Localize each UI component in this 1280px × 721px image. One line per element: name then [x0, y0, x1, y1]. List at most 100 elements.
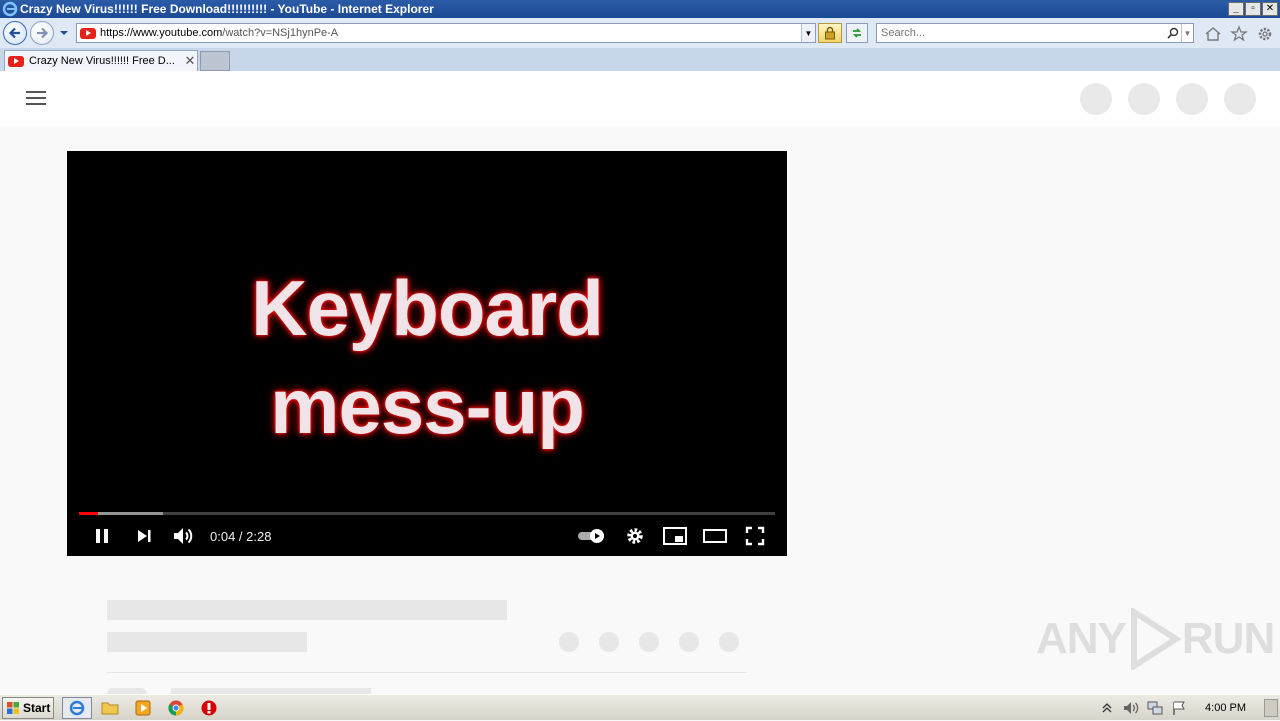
gear-icon [627, 528, 643, 544]
search-box[interactable]: ▼ [876, 23, 1194, 43]
taskbar-media-player[interactable] [128, 697, 158, 719]
system-tray: 4:00 PM [1095, 695, 1280, 721]
duration: 2:28 [246, 529, 272, 544]
video-player[interactable]: Keyboard mess-up 0:04 / 2:28 [67, 151, 787, 556]
forward-arrow-icon [37, 27, 49, 39]
time-separator: / [235, 529, 247, 544]
url-domain: https://www.youtube.com [100, 27, 223, 39]
url-path: /watch?v=NSj1hynPe-A [222, 27, 339, 39]
youtube-favicon-icon [8, 55, 24, 67]
player-controls: 0:04 / 2:28 [67, 521, 787, 551]
anyrun-watermark: ANY RUN [1036, 608, 1275, 670]
home-icon[interactable] [1204, 25, 1222, 43]
back-arrow-icon [8, 27, 20, 39]
internet-explorer-icon [69, 700, 85, 715]
progress-bar[interactable] [79, 512, 775, 515]
speaker-icon[interactable] [1122, 700, 1140, 716]
start-label: Start [23, 700, 51, 715]
content-divider [107, 672, 747, 673]
taskbar: Start 4:00 PM [0, 694, 1280, 720]
show-hidden-icons-icon[interactable] [1098, 700, 1116, 716]
taskbar-opera[interactable] [194, 697, 224, 719]
current-time: 0:04 [210, 529, 236, 544]
show-desktop-button[interactable] [1264, 699, 1278, 717]
header-placeholder-icon[interactable] [1176, 83, 1208, 115]
video-frame-text-line1: Keyboard [251, 264, 604, 352]
refresh-icon [852, 28, 862, 38]
favorites-star-icon[interactable] [1230, 25, 1248, 43]
action-center-flag-icon[interactable] [1170, 700, 1188, 716]
taskbar-internet-explorer[interactable] [62, 696, 92, 719]
time-display: 0:04 / 2:28 [210, 529, 271, 544]
tab-bar: Crazy New Virus!!!!!! Free D... ✕ [0, 48, 1280, 71]
restore-button[interactable]: ▫ [1245, 2, 1261, 16]
tab-label: Crazy New Virus!!!!!! Free D... [29, 55, 175, 67]
folder-icon [101, 702, 119, 714]
minimize-button[interactable]: _ [1228, 2, 1244, 16]
youtube-header [0, 71, 1280, 127]
opera-icon [201, 700, 217, 715]
clock[interactable]: 4:00 PM [1205, 702, 1246, 714]
window-title: Crazy New Virus!!!!!! Free Download!!!!!… [20, 2, 434, 16]
windows-logo-icon [7, 701, 19, 714]
recent-pages-chevron-icon[interactable] [58, 26, 70, 40]
meta-placeholder [107, 632, 307, 652]
gear-icon[interactable] [1256, 25, 1274, 43]
settings-button[interactable] [623, 524, 647, 548]
refresh-button[interactable] [846, 23, 868, 43]
search-dropdown-icon[interactable]: ▼ [1181, 24, 1193, 42]
play-logo-icon [1130, 608, 1182, 670]
title-placeholder [107, 600, 507, 620]
autoplay-toggle-icon [578, 529, 604, 543]
miniplayer-icon [663, 527, 687, 545]
action-placeholder-icon[interactable] [639, 632, 659, 652]
theater-mode-button[interactable] [703, 524, 727, 548]
taskbar-file-explorer[interactable] [95, 697, 125, 719]
navigation-bar: https://www.youtube.com/watch?v=NSj1hynP… [0, 18, 1280, 48]
youtube-favicon-icon [80, 27, 96, 39]
header-placeholder-icon[interactable] [1128, 83, 1160, 115]
action-placeholder-icon[interactable] [679, 632, 699, 652]
fullscreen-button[interactable] [743, 524, 767, 548]
action-placeholder-icon[interactable] [599, 632, 619, 652]
menu-icon[interactable] [26, 91, 46, 107]
theater-mode-icon [703, 529, 727, 543]
taskbar-chrome[interactable] [161, 697, 191, 719]
tab-youtube-video[interactable]: Crazy New Virus!!!!!! Free D... ✕ [4, 50, 198, 71]
pause-icon [96, 529, 108, 543]
chrome-icon [168, 700, 184, 715]
search-input[interactable] [881, 27, 1165, 39]
address-url[interactable]: https://www.youtube.com/watch?v=NSj1hynP… [100, 27, 801, 39]
header-placeholder-icon[interactable] [1224, 83, 1256, 115]
miniplayer-button[interactable] [663, 524, 687, 548]
search-icon[interactable] [1165, 25, 1181, 41]
new-tab-button[interactable] [200, 51, 230, 71]
next-button[interactable] [132, 524, 156, 548]
internet-explorer-icon [2, 1, 18, 17]
address-dropdown-icon[interactable]: ▼ [801, 24, 815, 42]
security-lock-button[interactable] [818, 23, 842, 43]
pause-button[interactable] [90, 524, 114, 548]
start-button[interactable]: Start [2, 696, 54, 719]
action-placeholder-icon[interactable] [559, 632, 579, 652]
autoplay-toggle[interactable] [577, 524, 607, 548]
volume-icon [174, 528, 193, 544]
next-icon [138, 530, 151, 542]
network-icon[interactable] [1146, 700, 1164, 716]
address-bar[interactable]: https://www.youtube.com/watch?v=NSj1hynP… [76, 23, 816, 43]
media-player-icon [135, 700, 151, 715]
watermark-text-right: RUN [1181, 614, 1275, 663]
action-placeholder-icon[interactable] [719, 632, 739, 652]
lock-icon [825, 26, 835, 40]
back-button[interactable] [3, 21, 27, 45]
fullscreen-icon [745, 526, 765, 546]
volume-button[interactable] [171, 524, 195, 548]
video-frame-text-line2: mess-up [270, 362, 585, 450]
header-placeholder-icon[interactable] [1080, 83, 1112, 115]
close-window-button[interactable]: ✕ [1262, 2, 1278, 16]
window-title-bar: Crazy New Virus!!!!!! Free Download!!!!!… [0, 0, 1280, 18]
watermark-text-left: ANY [1036, 614, 1127, 663]
played-bar [79, 512, 98, 515]
forward-button[interactable] [30, 21, 54, 45]
close-tab-icon[interactable]: ✕ [183, 53, 197, 69]
